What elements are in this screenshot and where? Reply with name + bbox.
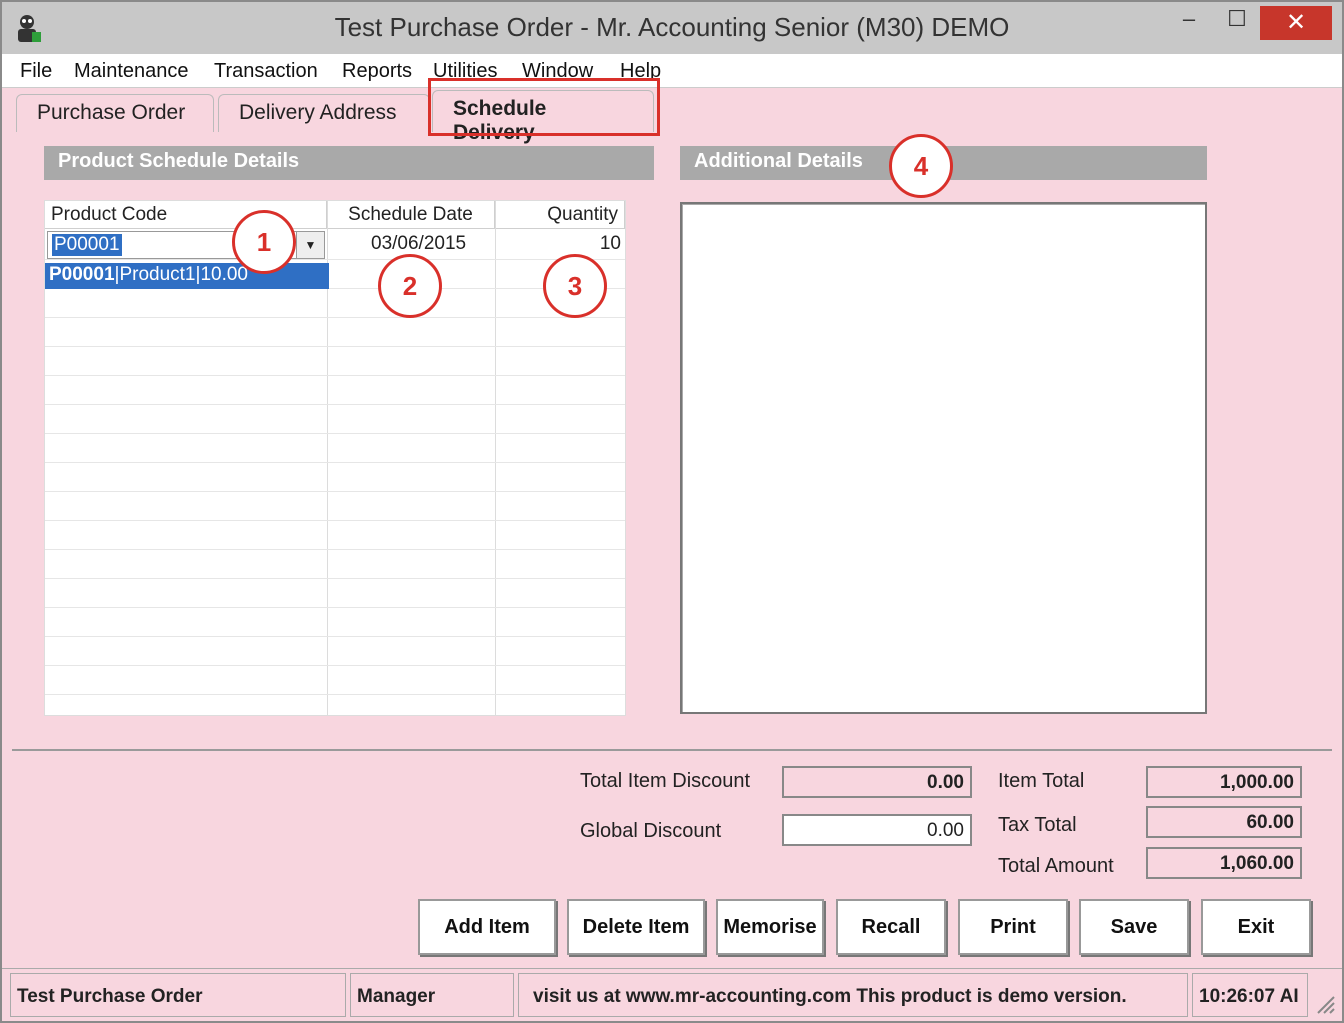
schedule-date-cell[interactable]: 03/06/2015 (371, 231, 466, 255)
option-price: 10.00 (200, 264, 248, 285)
callout-2: 2 (378, 254, 442, 318)
row-line (45, 433, 625, 434)
product-schedule-header: Product Schedule Details (44, 146, 654, 180)
tax-total-label: Tax Total (998, 814, 1077, 836)
row-line (45, 259, 625, 260)
product-code-value[interactable]: P00001 (52, 234, 122, 256)
add-item-button[interactable]: Add Item (418, 899, 556, 955)
dropdown-arrow-icon[interactable]: ▼ (296, 232, 324, 258)
row-line (45, 549, 625, 550)
callout-1: 1 (232, 210, 296, 274)
window-title: Test Purchase Order - Mr. Accounting Sen… (334, 12, 1010, 42)
total-item-discount-label: Total Item Discount (580, 770, 751, 792)
menu-maintenance[interactable]: Maintenance (74, 60, 189, 83)
option-code: P00001 (49, 264, 115, 285)
tab-highlight-box (428, 78, 660, 136)
exit-button[interactable]: Exit (1201, 899, 1311, 955)
total-amount-label: Total Amount (998, 855, 1114, 877)
close-button[interactable]: ✕ (1260, 6, 1332, 40)
row-line (45, 404, 625, 405)
product-schedule-grid: Product Code Schedule Date Quantity P000… (44, 200, 626, 716)
row-line (45, 346, 625, 347)
menu-reports[interactable]: Reports (342, 60, 412, 83)
row-line (45, 694, 625, 695)
callout-3: 3 (543, 254, 607, 318)
minimize-button[interactable]: – (1166, 6, 1212, 40)
menu-bar: File Maintenance Transaction Reports Uti… (2, 54, 1342, 88)
tab-strip: Purchase Order Delivery Address Schedule… (2, 88, 1342, 144)
print-button[interactable]: Print (958, 899, 1068, 955)
title-bar: Test Purchase Order - Mr. Accounting Sen… (2, 2, 1342, 54)
delete-item-button[interactable]: Delete Item (567, 899, 705, 955)
status-message: visit us at www.mr-accounting.com This p… (518, 973, 1188, 1017)
recall-button[interactable]: Recall (836, 899, 946, 955)
tab-delivery-address[interactable]: Delivery Address (218, 94, 430, 132)
menu-file[interactable]: File (20, 60, 52, 83)
item-total-value: 1,000.00 (1146, 766, 1302, 798)
row-line (45, 491, 625, 492)
column-schedule-date[interactable]: Schedule Date (327, 201, 495, 229)
row-line (45, 578, 625, 579)
total-amount-value: 1,060.00 (1146, 847, 1302, 879)
tab-purchase-order[interactable]: Purchase Order (16, 94, 214, 132)
tax-total-value: 60.00 (1146, 806, 1302, 838)
status-user: Manager (350, 973, 514, 1017)
row-line (45, 665, 625, 666)
global-discount-label: Global Discount (580, 820, 722, 842)
column-quantity[interactable]: Quantity (495, 201, 625, 229)
status-time: 10:26:07 AI (1192, 973, 1308, 1017)
quantity-cell[interactable]: 10 (499, 231, 621, 255)
row-line (45, 462, 625, 463)
row-line (45, 317, 625, 318)
item-total-label: Item Total (998, 770, 1085, 792)
row-line (45, 607, 625, 608)
maximize-button[interactable]: ☐ (1214, 6, 1260, 40)
column-divider (495, 201, 496, 715)
option-name: Product1 (119, 264, 196, 285)
global-discount-input[interactable]: 0.00 (782, 814, 972, 846)
resize-grip-icon[interactable] (1312, 991, 1336, 1015)
total-item-discount-value: 0.00 (782, 766, 972, 798)
app-window: Test Purchase Order - Mr. Accounting Sen… (0, 0, 1344, 1023)
section-divider (12, 749, 1332, 751)
additional-details-textarea[interactable] (680, 202, 1207, 714)
status-bar: Test Purchase Order Manager visit us at … (2, 968, 1342, 1021)
row-line (45, 375, 625, 376)
memorise-button[interactable]: Memorise (716, 899, 824, 955)
status-form-name: Test Purchase Order (10, 973, 346, 1017)
save-button[interactable]: Save (1079, 899, 1189, 955)
row-line (45, 636, 625, 637)
dropdown-option-product[interactable]: P00001|Product1|10.00 (45, 263, 329, 289)
callout-4: 4 (889, 134, 953, 198)
row-line (45, 520, 625, 521)
menu-transaction[interactable]: Transaction (214, 60, 318, 83)
